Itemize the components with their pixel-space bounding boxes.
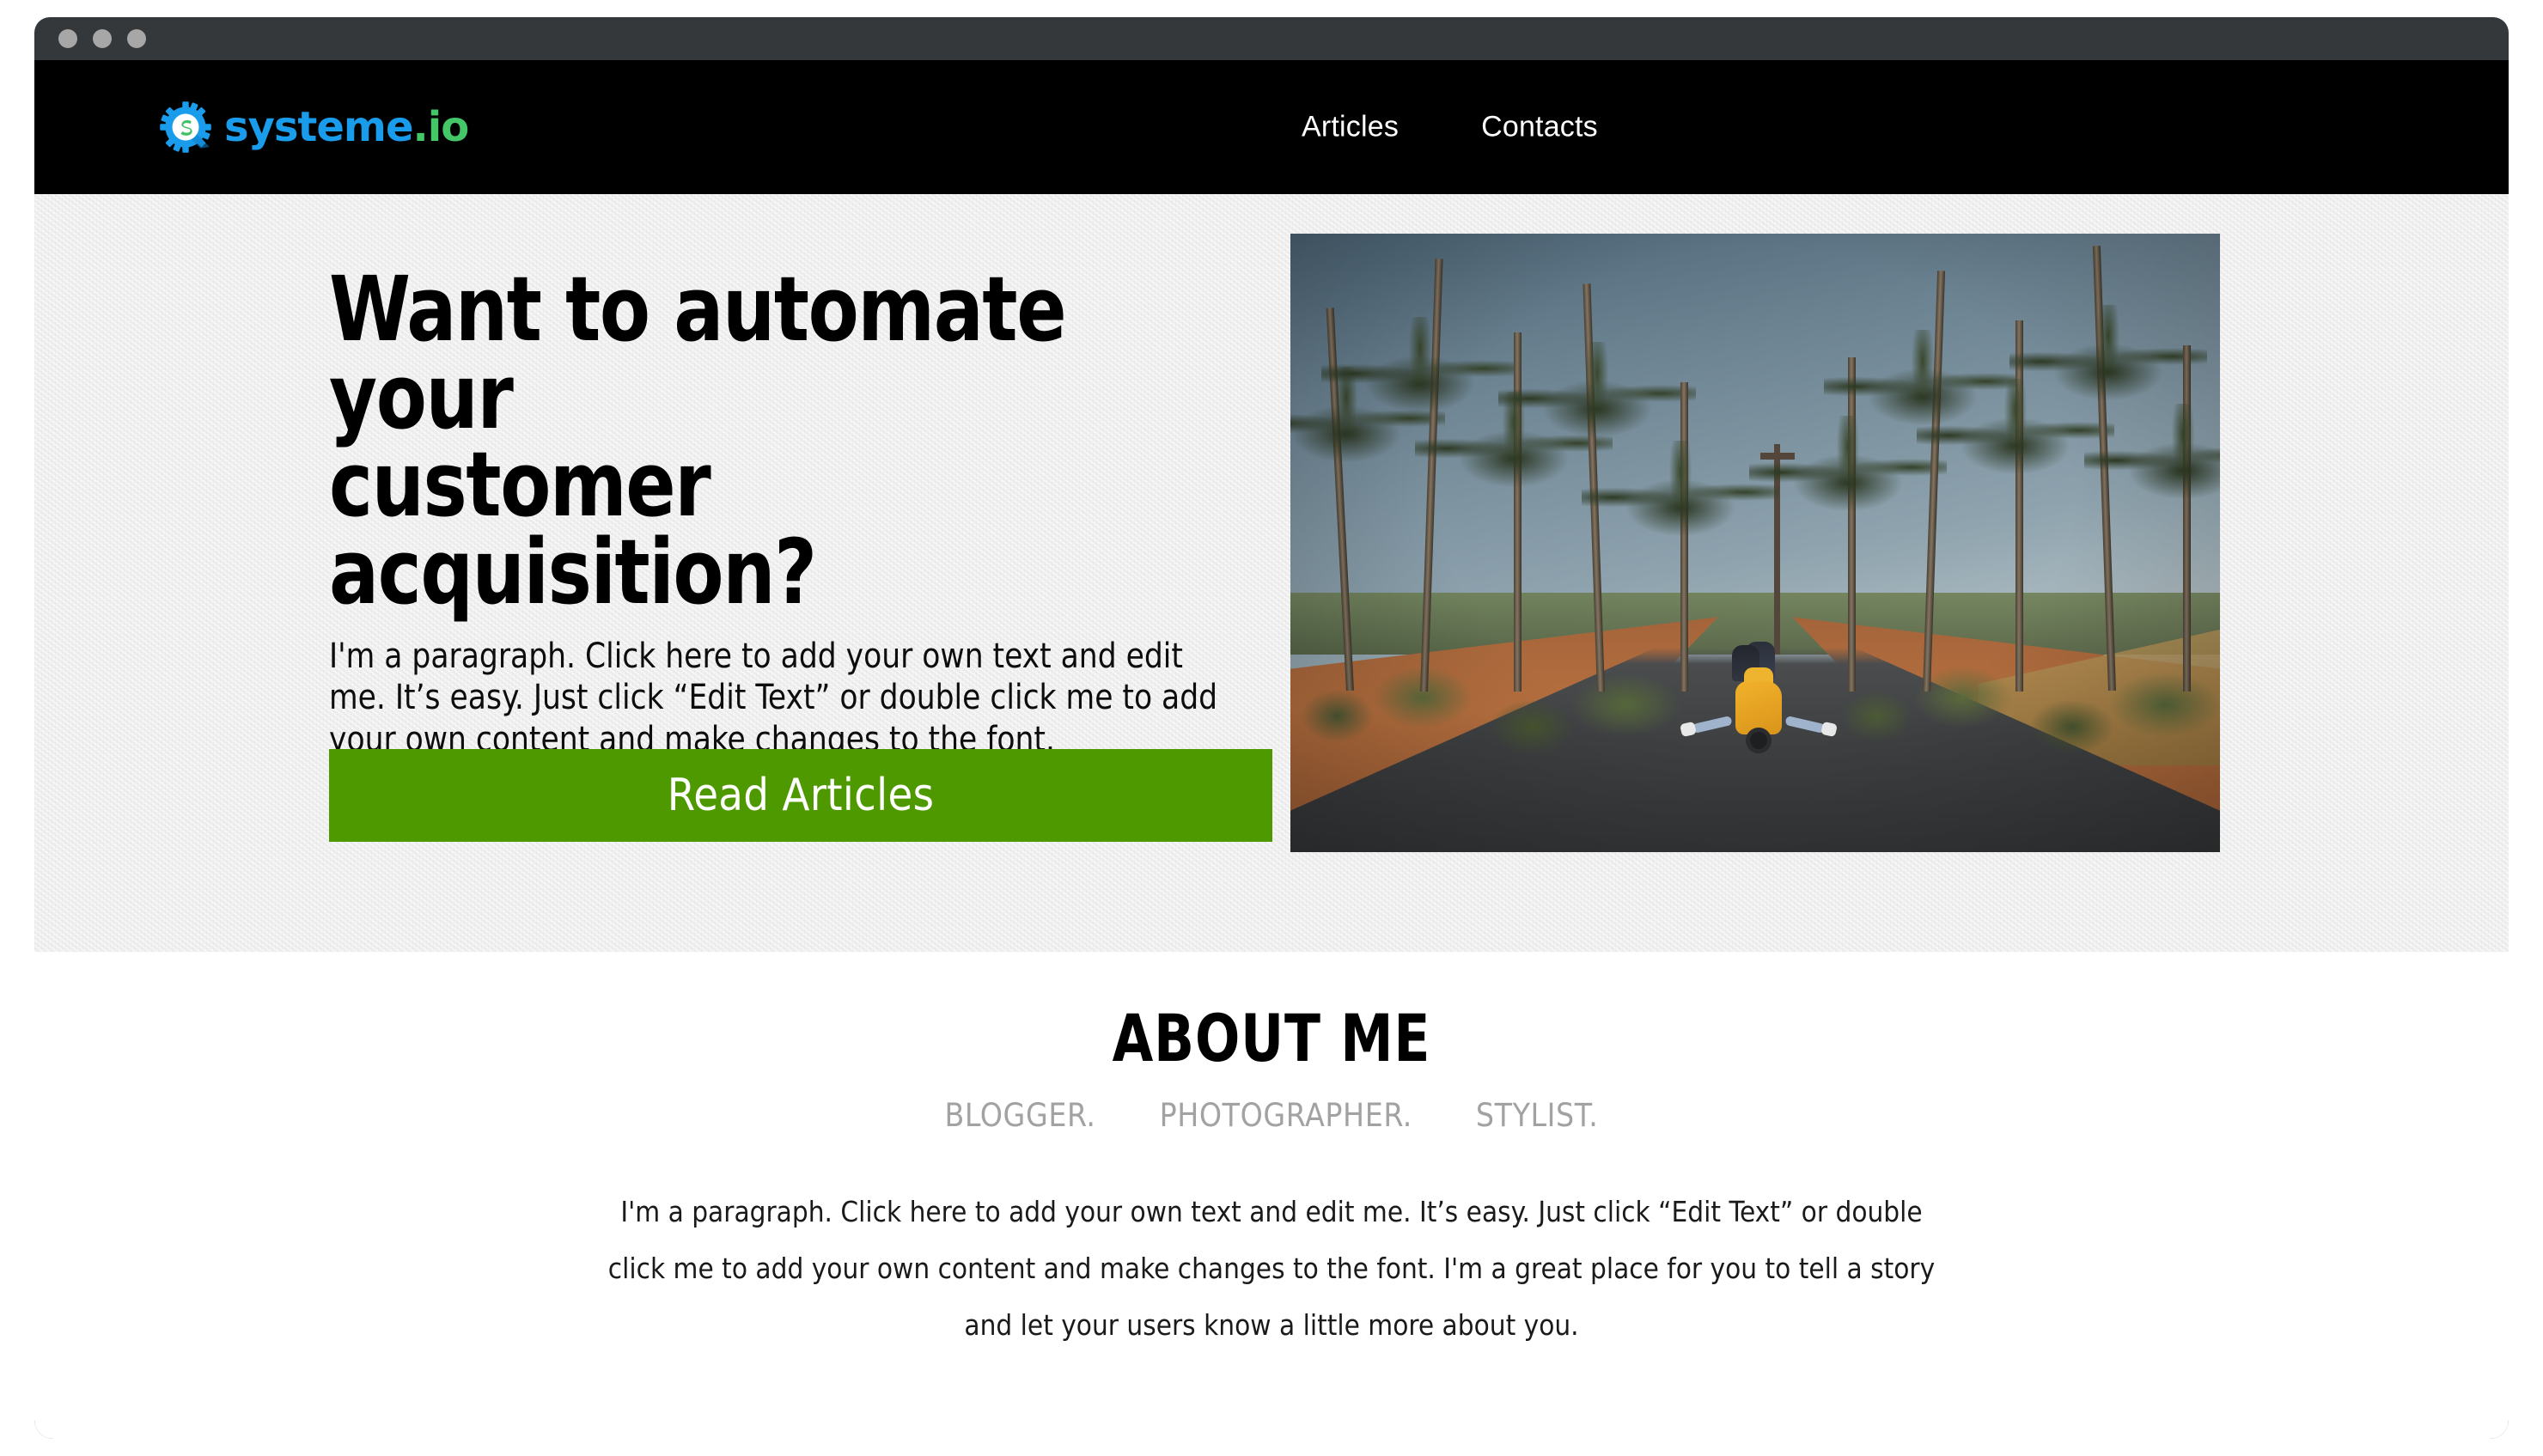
nav-link-contacts[interactable]: Contacts [1481,111,1598,144]
window-corner-bottom-left [34,1404,69,1439]
site-logo[interactable]: systeme.io [159,101,469,154]
about-roles: BLOGGER. PHOTOGRAPHER. STYLIST. [34,1097,2509,1134]
nav-links: Articles Contacts [1302,111,1598,144]
window-corner-bottom-right [2474,1404,2509,1439]
site-logo-text: systeme.io [224,107,469,148]
browser-titlebar [34,17,2509,60]
photo-vignette [1290,234,2220,852]
about-role-stylist: STYLIST. [1475,1097,1599,1134]
about-role-photographer: PHOTOGRAPHER. [1159,1097,1412,1134]
minimize-dot-icon[interactable] [93,29,112,48]
hero-section: Want to automate your customer acquisiti… [34,194,2509,952]
hero-image [1290,234,2220,852]
browser-window: systeme.io Articles Contacts Want to aut… [34,17,2509,1439]
about-section: ABOUT ME BLOGGER. PHOTOGRAPHER. STYLIST.… [34,952,2509,1354]
maximize-dot-icon[interactable] [127,29,146,48]
about-paragraph: I'm a paragraph. Click here to add your … [607,1195,1936,1342]
nav-link-articles[interactable]: Articles [1302,111,1399,144]
hero-paragraph: I'm a paragraph. Click here to add your … [329,636,1218,760]
close-dot-icon[interactable] [58,29,77,48]
about-title: ABOUT ME [1112,1000,1431,1076]
read-articles-button[interactable]: Read Articles [329,749,1272,842]
site-navigation-bar: systeme.io Articles Contacts [34,60,2509,194]
logo-text-accent: .io [412,103,470,151]
hero-headline: Want to automate your customer acquisiti… [329,257,1067,624]
hero-copy: Want to automate your customer acquisiti… [329,257,1291,761]
about-role-blogger: BLOGGER. [944,1097,1096,1134]
logo-text-primary: systeme [224,103,413,151]
systeme-gear-icon [159,101,212,154]
